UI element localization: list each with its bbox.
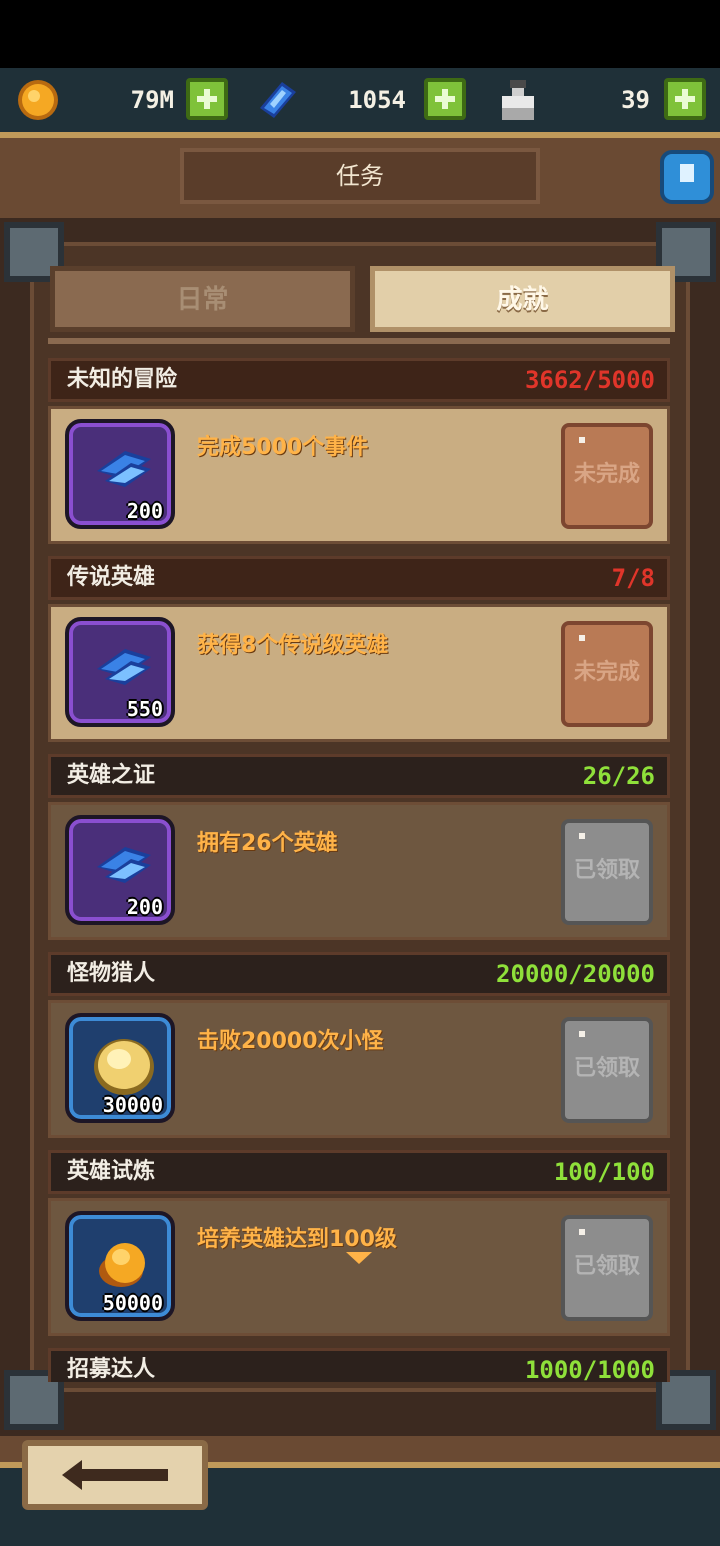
reward-slot[interactable]: 30000	[65, 1013, 175, 1123]
achievement-description: 获得8个传说级英雄	[197, 633, 389, 658]
achievement-description: 击败20000次小怪	[197, 1029, 384, 1054]
achievement-header: 招募达人 1000/1000	[48, 1348, 670, 1382]
blue-gem-icon	[260, 82, 296, 118]
tab-daily[interactable]: 日常	[50, 266, 355, 332]
achievement-description: 培养英雄达到100级	[197, 1227, 397, 1252]
achievement-title: 传说英雄	[67, 565, 156, 590]
status-button[interactable]: 已领取	[561, 1215, 653, 1321]
achievement-progress: 20000/20000	[496, 960, 655, 988]
add-gold-button[interactable]	[186, 78, 228, 120]
achievement-item: 未知的冒险 3662/5000 200 完成5000个事件 未完成	[48, 358, 670, 548]
blue-gem-icon	[97, 649, 151, 685]
status-button[interactable]: 已领取	[561, 1017, 653, 1123]
status-button[interactable]: 已领取	[561, 819, 653, 925]
gold-amount: 79M	[130, 86, 174, 114]
achievement-body: 550 获得8个传说级英雄 未完成	[48, 604, 670, 742]
achievement-title: 英雄之证	[67, 763, 156, 788]
reward-amount: 550	[126, 697, 163, 721]
reward-amount: 200	[126, 499, 163, 523]
achievement-header: 传说英雄 7/8	[48, 556, 670, 600]
achievement-progress: 7/8	[611, 564, 655, 592]
reward-amount: 200	[126, 895, 163, 919]
achievement-header: 英雄试炼 100/100	[48, 1150, 670, 1194]
achievement-body: 200 完成5000个事件 未完成	[48, 406, 670, 544]
scroll-down-icon	[346, 1252, 372, 1264]
achievement-progress: 100/100	[553, 1158, 655, 1186]
reward-amount: 30000	[102, 1093, 163, 1117]
reward-slot[interactable]: 200	[65, 815, 175, 925]
achievement-header: 未知的冒险 3662/5000	[48, 358, 670, 402]
achievement-item: 英雄试炼 100/100 50000 培养英雄达到100级 已领取	[48, 1150, 670, 1340]
add-gems-button[interactable]	[424, 78, 466, 120]
potion-amount: 39	[621, 86, 650, 114]
achievement-description: 完成5000个事件	[197, 435, 369, 460]
achievement-header: 怪物猎人 20000/20000	[48, 952, 670, 996]
gold-coin-pile-icon	[94, 1039, 154, 1095]
back-arrow-icon	[62, 1460, 168, 1490]
tab-divider	[48, 338, 670, 344]
back-button[interactable]	[22, 1440, 208, 1510]
reward-slot[interactable]: 200	[65, 419, 175, 529]
potion-bottle-icon	[502, 80, 534, 120]
title-banner: 任务	[0, 138, 720, 224]
achievement-progress: 1000/1000	[524, 1356, 655, 1382]
achievement-item: 传说英雄 7/8 550 获得8个传说级英雄 未完成	[48, 556, 670, 746]
achievement-progress: 26/26	[582, 762, 655, 790]
status-button[interactable]: 未完成	[561, 423, 653, 529]
achievement-list[interactable]: 未知的冒险 3662/5000 200 完成5000个事件 未完成 传说英雄 7…	[48, 356, 670, 1382]
add-potion-button[interactable]	[664, 78, 706, 120]
resource-bar: 79M 1054 39	[0, 68, 720, 138]
achievement-item: 英雄之证 26/26 200 拥有26个英雄 已领取	[48, 754, 670, 944]
reward-slot[interactable]: 50000	[65, 1211, 175, 1321]
blue-gem-icon	[97, 451, 151, 487]
reward-amount: 50000	[102, 1291, 163, 1315]
achievement-description: 拥有26个英雄	[197, 831, 338, 856]
achievement-header: 英雄之证 26/26	[48, 754, 670, 798]
achievement-body: 200 拥有26个英雄 已领取	[48, 802, 670, 940]
achievement-title: 怪物猎人	[67, 961, 156, 986]
achievement-title: 招募达人	[67, 1357, 156, 1382]
achievement-body: 30000 击败20000次小怪 已领取	[48, 1000, 670, 1138]
achievement-item: 招募达人 1000/1000	[48, 1348, 670, 1382]
blue-gem-icon	[97, 847, 151, 883]
achievement-title: 未知的冒险	[67, 367, 178, 392]
gem-amount: 1054	[348, 86, 406, 114]
status-button[interactable]: 未完成	[561, 621, 653, 727]
achievement-body: 50000 培养英雄达到100级 已领取	[48, 1198, 670, 1336]
help-icon[interactable]	[660, 150, 714, 204]
gold-coin-icon	[18, 80, 58, 120]
tab-achievements[interactable]: 成就	[370, 266, 675, 332]
page-title: 任务	[336, 162, 384, 190]
achievement-item: 怪物猎人 20000/20000 30000 击败20000次小怪 已领取	[48, 952, 670, 1142]
achievement-title: 英雄试炼	[67, 1159, 156, 1184]
gold-coin-icon	[99, 1243, 145, 1287]
achievement-progress: 3662/5000	[524, 366, 655, 394]
reward-slot[interactable]: 550	[65, 617, 175, 727]
